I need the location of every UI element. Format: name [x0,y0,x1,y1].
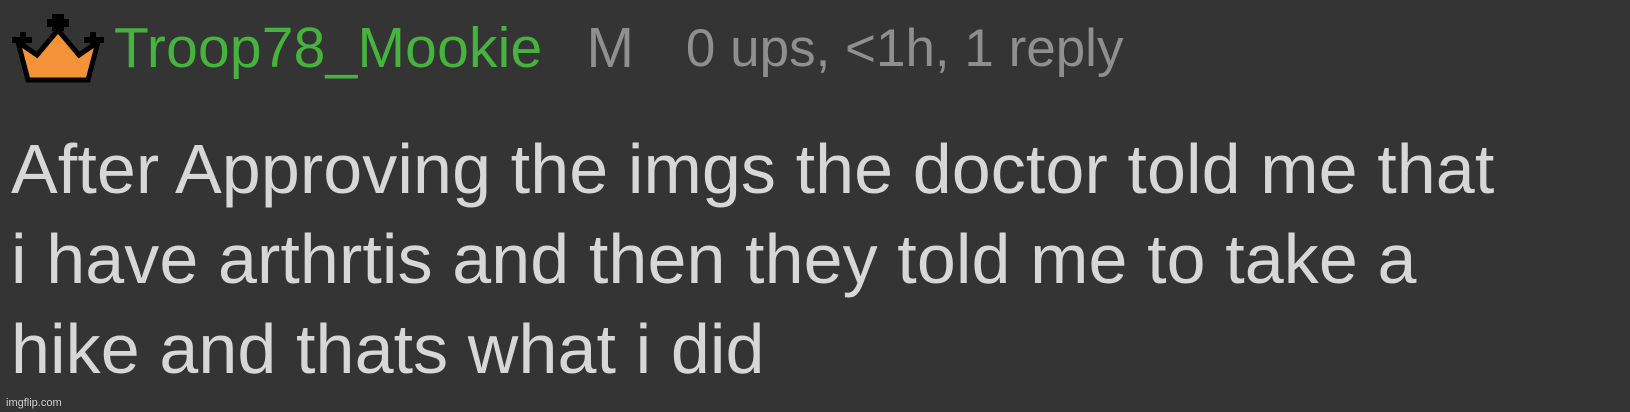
gender-indicator: M [586,15,634,80]
comment-text: After Approving the imgs the doctor told… [11,124,1619,394]
comment-meta[interactable]: 0 ups, <1h, 1 reply [686,22,1124,75]
imgflip-watermark: imgflip.com [6,397,62,409]
comment-card: Troop78_Mookie M 0 ups, <1h, 1 reply Aft… [0,0,1630,412]
crown-icon [12,14,104,83]
comment-text-line-2: i have arthrtis and then they told me to… [11,220,1417,298]
comment-text-line-3: hike and thats what i did [11,310,765,388]
comment-text-line-1: After Approving the imgs the doctor told… [11,130,1495,208]
comment-header: Troop78_Mookie M 0 ups, <1h, 1 reply [10,8,1123,88]
username-link[interactable]: Troop78_Mookie [114,19,542,77]
